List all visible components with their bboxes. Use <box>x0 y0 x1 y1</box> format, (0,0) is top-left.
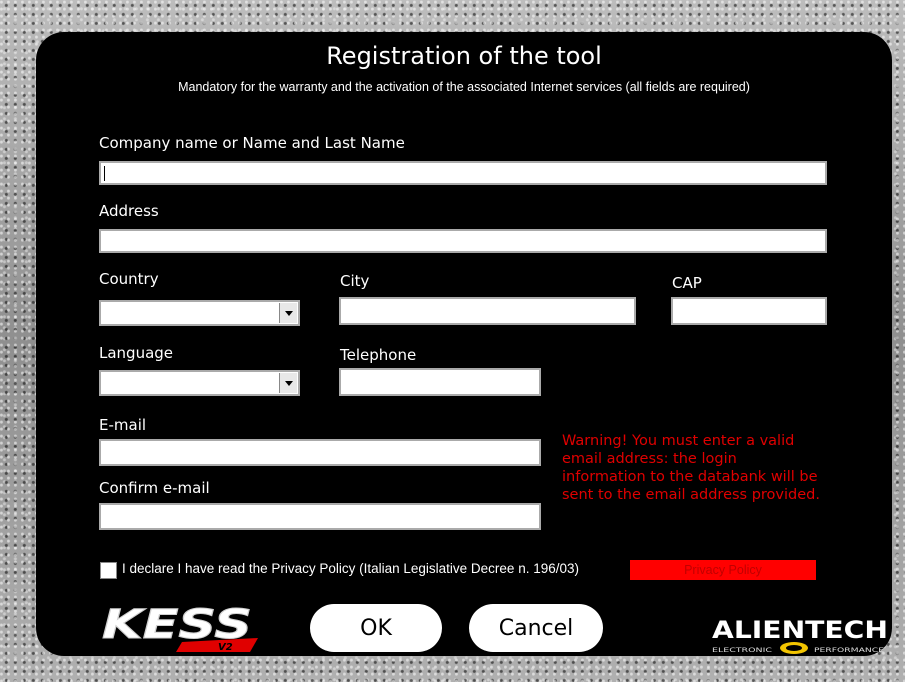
country-select[interactable] <box>99 300 300 326</box>
privacy-checkbox[interactable] <box>100 562 117 579</box>
alientech-logo-text: ALIENTECH <box>712 616 888 644</box>
city-label: City <box>340 272 370 290</box>
country-label: Country <box>99 270 159 288</box>
kess-logo: KESS V2 <box>102 602 258 653</box>
text-caret <box>104 166 105 181</box>
alientech-tagline-left: ELECTRONIC <box>712 647 772 654</box>
email-input[interactable] <box>99 439 541 466</box>
telephone-label: Telephone <box>340 346 417 364</box>
alientech-logo: ALIENTECH ELECTRONIC PERFORMANCE <box>712 616 888 654</box>
email-warning: Warning! You must enter a valid email ad… <box>562 433 820 503</box>
chevron-down-icon[interactable] <box>279 373 297 393</box>
address-label: Address <box>99 202 159 220</box>
ok-button[interactable]: OK <box>310 604 442 652</box>
language-select[interactable] <box>99 370 300 396</box>
dialog-subtitle: Mandatory for the warranty and the activ… <box>178 80 750 94</box>
city-input[interactable] <box>339 297 636 325</box>
company-input[interactable] <box>99 161 827 185</box>
cap-input[interactable] <box>671 297 827 325</box>
address-input[interactable] <box>99 229 827 253</box>
cancel-button[interactable]: Cancel <box>469 604 603 652</box>
language-label: Language <box>99 344 174 362</box>
telephone-input[interactable] <box>339 368 541 396</box>
alientech-tagline-right: PERFORMANCE <box>814 647 884 654</box>
chevron-down-icon[interactable] <box>279 303 297 323</box>
email-label: E-mail <box>99 416 147 434</box>
privacy-checkbox-label: I declare I have read the Privacy Policy… <box>122 561 579 576</box>
dialog-title: Registration of the tool <box>326 42 602 70</box>
kess-version-text: V2 <box>218 642 233 653</box>
cap-label: CAP <box>672 274 702 292</box>
confirm-email-label: Confirm e-mail <box>99 479 210 497</box>
company-label: Company name or Name and Last Name <box>99 134 405 152</box>
privacy-policy-button[interactable]: Privacy Policy <box>630 560 816 580</box>
confirm-email-input[interactable] <box>99 503 541 530</box>
